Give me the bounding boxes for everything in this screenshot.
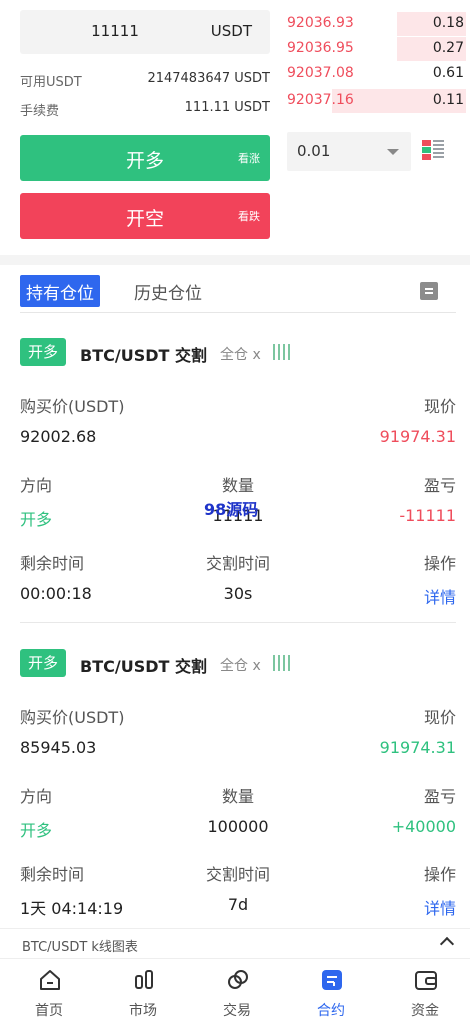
quantity-label: 数量 xyxy=(221,787,254,806)
ask-qty: 0.27 xyxy=(432,40,464,56)
quantity-label: 数量 xyxy=(221,476,254,495)
delivery-value: 7d xyxy=(227,895,249,914)
tab-open-positions[interactable]: 持有仓位 xyxy=(20,275,100,307)
ask-price: 92036.93 xyxy=(287,15,354,31)
precision-select[interactable]: 0.01 xyxy=(287,132,411,171)
section-divider xyxy=(0,255,470,265)
card-divider xyxy=(20,622,456,623)
kline-label: BTC/USDT k线图表 xyxy=(22,940,138,955)
pnl-label: 盈亏 xyxy=(423,787,456,806)
chevron-up-icon[interactable] xyxy=(439,936,455,952)
details-link[interactable]: 详情 xyxy=(424,895,456,919)
ask-price: 92037.16 xyxy=(287,92,354,108)
ask-row[interactable]: 92036.95 0.27 xyxy=(285,37,470,61)
current-price: 91974.31 xyxy=(379,738,456,757)
caret-down-icon xyxy=(387,149,399,155)
nav-label-contract: 合约 xyxy=(317,1003,345,1019)
amount-unit: USDT xyxy=(210,22,252,40)
margin-mode: 全仓 x xyxy=(220,347,261,363)
details-link[interactable]: 详情 xyxy=(424,584,456,608)
ask-qty: 0.18 xyxy=(432,15,464,31)
tab-position-history[interactable]: 历史仓位 xyxy=(128,275,208,307)
pnl-value: +40000 xyxy=(391,817,456,836)
nav-item-contract[interactable]: 合约 xyxy=(284,959,378,1024)
nav-item-market[interactable]: 市场 xyxy=(96,959,190,1024)
side-tag: 开多 xyxy=(20,649,66,677)
ask-qty: 0.11 xyxy=(432,92,464,108)
nav-item-wallet[interactable]: 资金 xyxy=(378,959,470,1024)
buy-price: 92002.68 xyxy=(20,427,97,446)
contract-icon xyxy=(322,970,342,990)
trade-panel: 11111 USDT 可用USDT 2147483647 USDT 手续费 11… xyxy=(0,0,470,255)
nav-label-wallet: 资金 xyxy=(411,1003,439,1019)
available-value: 2147483647 USDT xyxy=(147,71,270,86)
current-price: 91974.31 xyxy=(379,427,456,446)
ask-row[interactable]: 92037.16 0.11 xyxy=(285,89,470,113)
current-price-label: 现价 xyxy=(423,708,456,727)
orderbook-layout-icon[interactable] xyxy=(422,140,444,160)
tabs-underline xyxy=(20,312,456,313)
precision-value: 0.01 xyxy=(297,142,331,160)
pnl-label: 盈亏 xyxy=(423,476,456,495)
fee-value: 111.11 USDT xyxy=(184,100,270,115)
positions-tabs: 持有仓位 历史仓位 xyxy=(0,272,470,314)
margin-mode: 全仓 x xyxy=(220,658,261,674)
watermark: 98源码 xyxy=(204,500,259,519)
delivery-label: 交割时间 xyxy=(205,865,270,884)
position-card: 开多 BTC/USDT 交割 全仓 x 购买价(USDT) 现价 85945.0… xyxy=(0,649,470,949)
open-long-sublabel: 看涨 xyxy=(238,152,260,165)
position-card: 开多 BTC/USDT 交割 全仓 x 购买价(USDT) 现价 92002.6… xyxy=(0,338,470,638)
nav-item-trade[interactable]: 交易 xyxy=(190,959,284,1024)
amount-input[interactable]: 11111 USDT xyxy=(20,10,270,54)
delivery-label: 交割时间 xyxy=(205,554,270,573)
open-short-sublabel: 看跌 xyxy=(238,210,260,223)
available-label: 可用USDT xyxy=(20,75,82,90)
action-label: 操作 xyxy=(423,865,456,884)
pnl-value: -11111 xyxy=(399,506,456,525)
amount-value[interactable]: 11111 xyxy=(20,22,210,40)
home-icon xyxy=(40,970,60,990)
open-short-label: 开空 xyxy=(125,208,164,230)
pair-name: BTC/USDT 交割 xyxy=(80,346,207,365)
open-long-label: 开多 xyxy=(125,150,164,172)
delivery-value: 30s xyxy=(223,584,253,603)
kline-toggle-bar[interactable]: BTC/USDT k线图表 xyxy=(0,928,470,958)
wallet-icon xyxy=(415,971,437,990)
ask-price: 92037.08 xyxy=(287,65,354,81)
buy-price-label: 购买价(USDT) xyxy=(20,397,125,416)
fee-label: 手续费 xyxy=(20,104,60,119)
ask-row[interactable]: 92036.93 0.18 xyxy=(285,12,470,36)
available-row: 可用USDT 2147483647 USDT xyxy=(20,71,270,91)
ask-price: 92036.95 xyxy=(287,40,354,56)
action-label: 操作 xyxy=(423,554,456,573)
side-tag: 开多 xyxy=(20,338,66,366)
trade-icon xyxy=(228,970,248,989)
buy-price-label: 购买价(USDT) xyxy=(20,708,125,727)
nav-label-market: 市场 xyxy=(129,1003,157,1019)
ask-row[interactable]: 92037.08 0.61 xyxy=(285,62,470,86)
leverage-icon xyxy=(273,655,293,671)
fee-row: 手续费 111.11 USDT xyxy=(20,100,270,120)
nav-item-home[interactable]: 首页 xyxy=(2,959,96,1024)
open-short-button[interactable]: 开空 看跌 xyxy=(20,193,270,239)
buy-price: 85945.03 xyxy=(20,738,97,757)
bottom-nav: 首页 市场 交易 合约 资金 xyxy=(0,958,470,1024)
market-icon xyxy=(135,970,153,989)
nav-label-home: 首页 xyxy=(35,1003,63,1019)
nav-label-trade: 交易 xyxy=(223,1003,251,1019)
list-icon[interactable] xyxy=(420,282,438,300)
current-price-label: 现价 xyxy=(423,397,456,416)
pair-name: BTC/USDT 交割 xyxy=(80,657,207,676)
ask-qty: 0.61 xyxy=(432,65,464,81)
leverage-icon xyxy=(273,344,293,360)
open-long-button[interactable]: 开多 看涨 xyxy=(20,135,270,181)
